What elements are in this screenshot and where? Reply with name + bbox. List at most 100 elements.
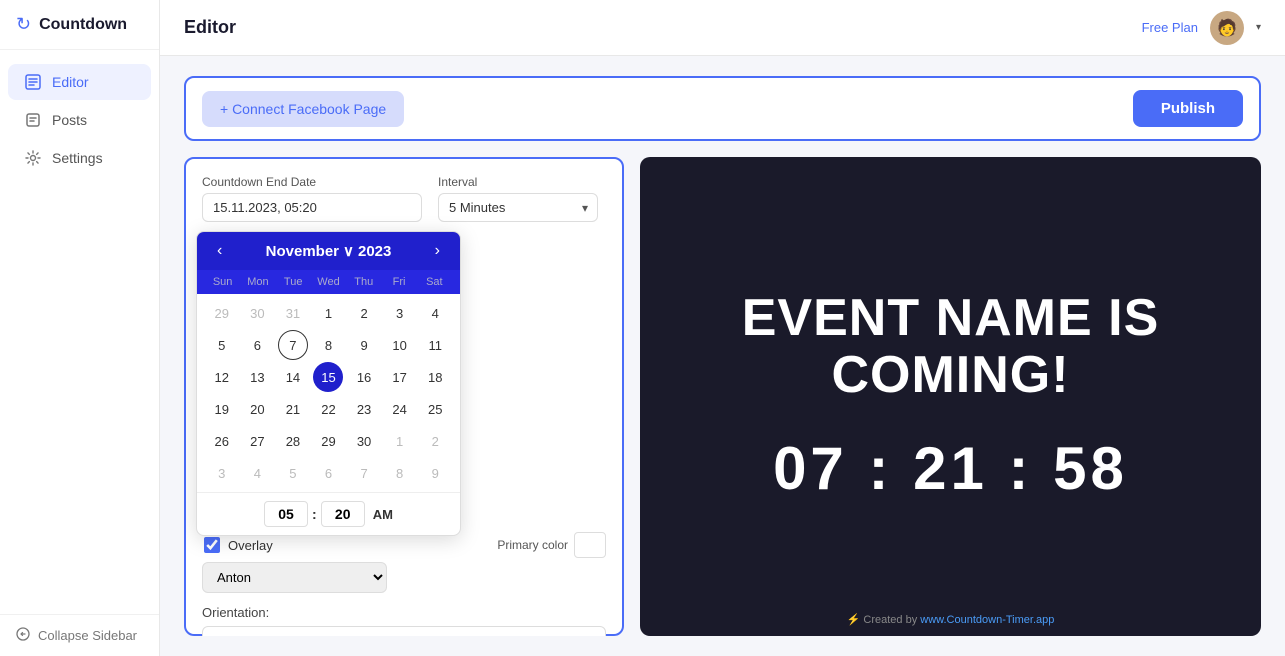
cal-cell[interactable]: 5: [207, 330, 237, 360]
plan-badge: Free Plan: [1142, 20, 1198, 35]
primary-color-section: Primary color: [497, 532, 606, 558]
sidebar-item-settings[interactable]: Settings: [8, 140, 151, 176]
sidebar-item-posts-label: Posts: [52, 112, 87, 128]
day-name-thu: Thu: [346, 274, 381, 290]
cal-cell[interactable]: 29: [207, 298, 237, 328]
sidebar-nav: Editor Posts Settings: [0, 50, 159, 614]
cal-cell[interactable]: 9: [420, 458, 450, 488]
logo-text: Countdown: [39, 16, 127, 34]
cal-cell[interactable]: 26: [207, 426, 237, 456]
calendar-header: ‹ November ∨ 2023 ›: [197, 232, 460, 270]
cal-cell[interactable]: 3: [207, 458, 237, 488]
cal-cell-today[interactable]: 7: [278, 330, 308, 360]
footer-link[interactable]: www.Countdown-Timer.app: [920, 614, 1054, 626]
calendar-month-chevron: ∨: [343, 242, 354, 260]
cal-cell[interactable]: 1: [313, 298, 343, 328]
preview-timer: 07 : 21 : 58: [773, 434, 1128, 503]
cal-cell[interactable]: 4: [420, 298, 450, 328]
orientation-select[interactable]: Square Landscape Portrait: [202, 626, 606, 636]
cal-cell[interactable]: 3: [385, 298, 415, 328]
time-ampm: AM: [373, 507, 393, 522]
preview-event-title: EVENT NAME ISCOMING!: [722, 290, 1180, 404]
arrow-indicator: [184, 205, 196, 245]
time-minute-input[interactable]: [321, 501, 365, 527]
calendar-grid: 29 30 31 1 2 3 4 5 6 7 8 9 10 1: [197, 294, 460, 492]
time-separator: :: [312, 506, 317, 522]
cal-cell[interactable]: 8: [385, 458, 415, 488]
connect-bar: + Connect Facebook Page Publish: [184, 76, 1261, 141]
cal-cell[interactable]: 9: [349, 330, 379, 360]
sidebar-item-settings-label: Settings: [52, 150, 103, 166]
editor-icon: [24, 74, 42, 90]
connect-facebook-button[interactable]: + Connect Facebook Page: [202, 91, 404, 127]
date-interval-row: Countdown End Date Interval 5 Minutes 1 …: [202, 175, 606, 222]
overlay-primary-row: Overlay Primary color Anton Roboto Open …: [202, 532, 606, 593]
cal-cell[interactable]: 8: [313, 330, 343, 360]
cal-cell[interactable]: 2: [349, 298, 379, 328]
cal-cell[interactable]: 6: [313, 458, 343, 488]
footer-bolt-icon: ⚡: [847, 614, 861, 626]
time-hour-input[interactable]: [264, 501, 308, 527]
main-content: Editor Free Plan 🧑 ▾ + Connect Facebook …: [160, 0, 1285, 656]
cal-cell[interactable]: 18: [420, 362, 450, 392]
sidebar-logo: ↻ Countdown: [0, 0, 159, 50]
interval-select[interactable]: 5 Minutes 1 Minute 30 Seconds 10 Seconds: [438, 193, 598, 222]
primary-color-swatch[interactable]: [574, 532, 606, 558]
calendar-days-header: Sun Mon Tue Wed Thu Fri Sat: [197, 270, 460, 294]
font-row: Anton Roboto Open Sans: [202, 562, 606, 593]
cal-cell[interactable]: 6: [242, 330, 272, 360]
cal-cell[interactable]: 4: [242, 458, 272, 488]
editor-panel: Countdown End Date Interval 5 Minutes 1 …: [184, 157, 624, 636]
cal-cell[interactable]: 20: [242, 394, 272, 424]
cal-cell[interactable]: 1: [385, 426, 415, 456]
cal-cell[interactable]: 10: [385, 330, 415, 360]
chevron-down-icon[interactable]: ▾: [1256, 22, 1261, 33]
publish-button[interactable]: Publish: [1133, 90, 1243, 127]
cal-cell[interactable]: 17: [385, 362, 415, 392]
cal-cell[interactable]: 14: [278, 362, 308, 392]
collapse-sidebar-btn[interactable]: Collapse Sidebar: [0, 614, 159, 656]
collapse-sidebar-label: Collapse Sidebar: [38, 628, 137, 643]
overlay-checkbox[interactable]: [204, 537, 220, 553]
cal-cell[interactable]: 13: [242, 362, 272, 392]
cal-cell[interactable]: 5: [278, 458, 308, 488]
sidebar-item-posts[interactable]: Posts: [8, 102, 151, 138]
avatar: 🧑: [1210, 11, 1244, 45]
calendar-month: November: [266, 243, 339, 260]
cal-cell[interactable]: 29: [313, 426, 343, 456]
sidebar-item-editor[interactable]: Editor: [8, 64, 151, 100]
cal-cell[interactable]: 23: [349, 394, 379, 424]
cal-cell[interactable]: 12: [207, 362, 237, 392]
cal-cell[interactable]: 25: [420, 394, 450, 424]
cal-cell-selected[interactable]: 15: [313, 362, 343, 392]
cal-cell[interactable]: 22: [313, 394, 343, 424]
cal-cell[interactable]: 30: [242, 298, 272, 328]
cal-cell[interactable]: 7: [349, 458, 379, 488]
day-name-mon: Mon: [240, 274, 275, 290]
cal-cell[interactable]: 21: [278, 394, 308, 424]
logo-icon: ↻: [16, 14, 31, 35]
cal-cell[interactable]: 30: [349, 426, 379, 456]
calendar-prev-button[interactable]: ‹: [213, 242, 226, 260]
cal-cell[interactable]: 24: [385, 394, 415, 424]
cal-cell[interactable]: 16: [349, 362, 379, 392]
overlay-label: Overlay: [228, 538, 273, 553]
collapse-icon: [16, 627, 30, 644]
interval-group: Interval 5 Minutes 1 Minute 30 Seconds 1…: [438, 175, 598, 222]
calendar-next-button[interactable]: ›: [431, 242, 444, 260]
cal-cell[interactable]: 31: [278, 298, 308, 328]
content-area: + Connect Facebook Page Publish Countdow…: [160, 56, 1285, 656]
countdown-end-date-input[interactable]: [202, 193, 422, 222]
font-select[interactable]: Anton Roboto Open Sans: [202, 562, 387, 593]
cal-cell[interactable]: 11: [420, 330, 450, 360]
cal-cell[interactable]: 19: [207, 394, 237, 424]
interval-select-wrapper: 5 Minutes 1 Minute 30 Seconds 10 Seconds…: [438, 193, 598, 222]
day-name-fri: Fri: [381, 274, 416, 290]
primary-color-label: Primary color: [497, 538, 568, 552]
cal-cell[interactable]: 28: [278, 426, 308, 456]
countdown-end-date-label: Countdown End Date: [202, 175, 422, 189]
calendar-popup: ‹ November ∨ 2023 › Sun Mon Tue Wed Th: [196, 231, 461, 536]
cal-cell[interactable]: 2: [420, 426, 450, 456]
cal-cell[interactable]: 27: [242, 426, 272, 456]
calendar-month-year: November ∨ 2023: [266, 242, 392, 260]
